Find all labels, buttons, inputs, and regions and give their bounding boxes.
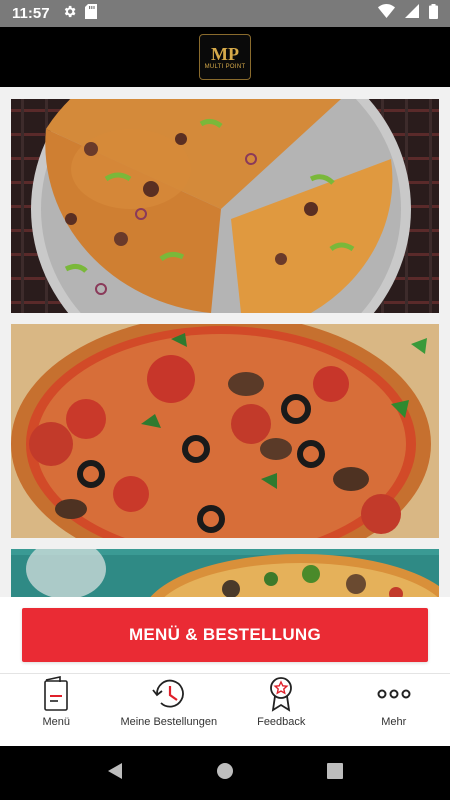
award-badge-icon [270,677,293,712]
nav-label-feedback: Feedback [257,716,306,728]
menu-book-icon [44,676,69,711]
bottom-nav: Menü Meine Bestellungen Feedback Mehr [0,673,450,746]
system-nav-bar [0,746,450,800]
app-logo: MP MULTI POINT [199,34,251,80]
history-icon [152,679,184,708]
nav-item-my-orders[interactable]: Meine Bestellungen [113,674,226,747]
pizza-image-pepper-beef [11,99,439,313]
nav-label-my-orders: Meine Bestellungen [120,716,218,728]
promo-card-2[interactable] [11,324,439,538]
pizza-image-partial [11,549,439,597]
status-bar: 11:57 [0,0,450,27]
pizza-image-pepperoni-mushroom [11,324,439,538]
wifi-icon [378,4,395,23]
app-header: MP MULTI POINT [0,27,450,87]
more-dots-icon [377,689,411,699]
nav-item-feedback[interactable]: Feedback [225,674,338,747]
cta-area: MENÜ & BESTELLUNG [0,597,450,673]
settings-gear-icon [62,4,77,24]
menu-order-button[interactable]: MENÜ & BESTELLUNG [22,608,428,662]
nav-label-menu: Menü [42,716,71,728]
promo-card-3[interactable] [11,549,439,597]
nav-item-menu[interactable]: Menü [0,674,113,747]
promo-list[interactable] [0,87,450,597]
back-icon[interactable] [106,762,124,785]
logo-monogram: MP [211,43,239,64]
cellular-signal-icon [405,4,419,23]
sd-card-icon [84,3,97,24]
logo-text: MULTI POINT [204,63,246,70]
recents-icon[interactable] [326,762,344,785]
nav-item-more[interactable]: Mehr [338,674,450,747]
home-icon[interactable] [216,762,234,785]
nav-label-more: Mehr [381,716,407,728]
promo-card-1[interactable] [11,99,439,313]
battery-icon [429,3,438,24]
status-time: 11:57 [12,5,50,22]
